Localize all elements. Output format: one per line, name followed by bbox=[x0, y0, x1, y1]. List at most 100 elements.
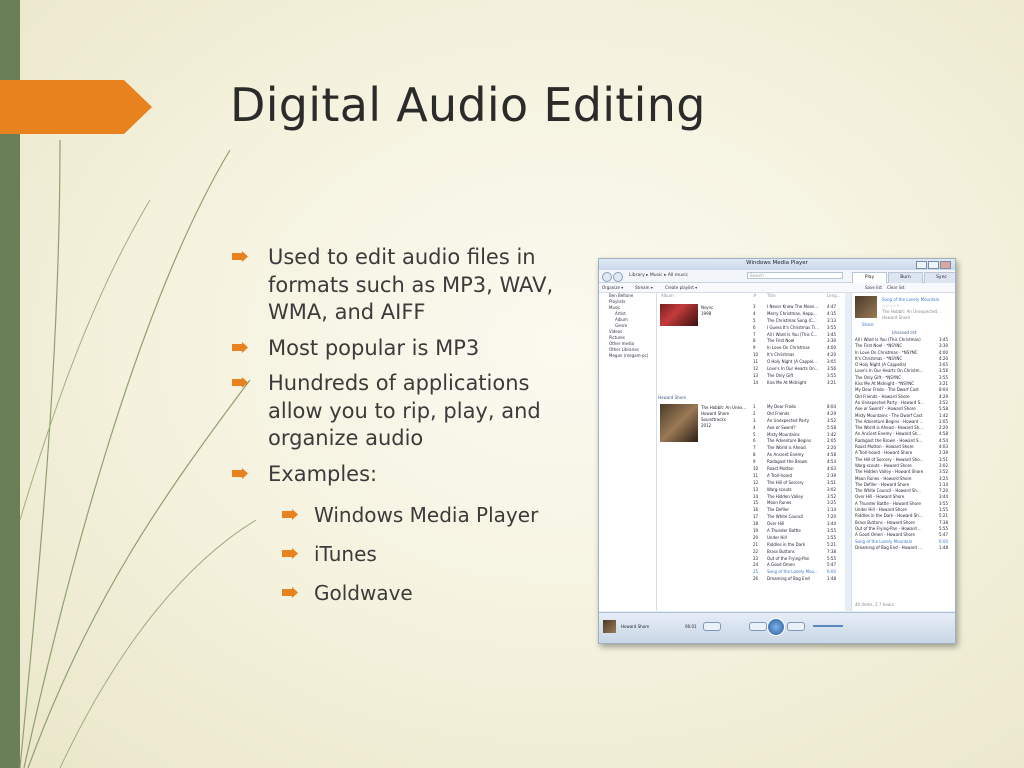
playlist-title: Axe or Sword? - Howard Shore bbox=[855, 406, 916, 412]
track-cell: 13 bbox=[753, 372, 759, 378]
wmp-playlist-pane: Song of the Lonely Mountain ☆☆☆☆☆ The Ho… bbox=[851, 293, 955, 611]
shuffle-icon bbox=[703, 622, 721, 631]
playlist-title: Under Hill - Howard Shore bbox=[855, 507, 907, 513]
track-cell: Misty Mountains bbox=[767, 431, 800, 437]
playlist-title: Roast Mutton - Howard Shore bbox=[855, 444, 914, 450]
col-num: # bbox=[753, 293, 757, 298]
track-row: 11 A Troll-hoard 2:39 bbox=[657, 473, 845, 480]
playlist-title: A Thunder Battle - Howard Shore bbox=[855, 500, 921, 506]
track-cell: 3:45 bbox=[827, 331, 836, 337]
playlist-title: Brass Buttons - Howard Shore bbox=[855, 519, 915, 525]
wmp-screenshot: Windows Media Player Library ▸ Music ▸ A… bbox=[598, 258, 956, 644]
track-row: 10 It's Christmas 4:20 bbox=[657, 352, 845, 359]
track-cell: 3:30 bbox=[827, 338, 836, 344]
playlist-title: O Holy Night (A Cappella) bbox=[855, 362, 907, 368]
track-cell: A Troll-hoard bbox=[767, 472, 793, 478]
track-cell: The Only Gift bbox=[767, 372, 794, 378]
track-row: 13 The Only Gift 3:55 bbox=[657, 373, 845, 380]
track-row: 9 Radagast the Brown 4:54 bbox=[657, 459, 845, 466]
track-cell: Brass Buttons bbox=[767, 548, 795, 554]
track-cell: It's Christmas bbox=[767, 352, 795, 358]
track-row: 3 An Unexpected Party 3:52 bbox=[657, 418, 845, 425]
volume-slider bbox=[813, 625, 843, 627]
track-cell: 10 bbox=[753, 466, 759, 472]
track-cell: 20 bbox=[753, 534, 759, 540]
track-row: 8 An Ancient Enemy 4:58 bbox=[657, 452, 845, 459]
playlist-title: The Hidden Valley - Howard Shore bbox=[855, 469, 924, 475]
playlist: All I Want Is You (This Christmas) 3:45 Th… bbox=[852, 337, 955, 551]
track-cell: 4:03 bbox=[827, 466, 836, 472]
track-row: 1 My Dear Frodo 8:04 bbox=[657, 404, 845, 411]
track-cell: 26 bbox=[753, 576, 759, 582]
track-cell: The Defiler bbox=[767, 507, 789, 513]
track-row: 24 A Good Omen 5:47 bbox=[657, 562, 845, 569]
track-cell: All I Want Is You (This C... bbox=[767, 331, 818, 337]
now-playing-art bbox=[855, 296, 877, 318]
track-row: 10 Roast Mutton 4:03 bbox=[657, 466, 845, 473]
track-row: 4 Axe or Sword? 5:58 bbox=[657, 425, 845, 432]
bullet-arrow-icon bbox=[282, 587, 298, 598]
track-cell: 12 bbox=[753, 366, 759, 372]
stream-menu: Stream ▾ bbox=[635, 285, 653, 290]
track-list-2: 1 My Dear Frodo 8:04 2 Old Friends 4:29 3 An Un… bbox=[657, 404, 845, 583]
list-footer: 40 items, 2.7 hours bbox=[855, 602, 894, 607]
clear-list-button: Clear list bbox=[887, 285, 905, 290]
wmp-library-pane: Album # Title Leng... Nsync 1998 3I Never… bbox=[657, 293, 845, 611]
back-icon bbox=[602, 272, 612, 282]
track-cell: 4:15 bbox=[827, 310, 836, 316]
bullet-arrow-icon bbox=[282, 509, 298, 520]
track-cell: 3:55 bbox=[827, 324, 836, 330]
track-cell: 1:42 bbox=[827, 431, 836, 437]
pause-icon bbox=[767, 618, 785, 636]
playlist-title: My Dear Frodo - The Dwarf Cast bbox=[855, 387, 919, 393]
forward-icon bbox=[613, 272, 623, 282]
track-row: 4 Merry Christmas, Happ... 4:15 bbox=[657, 311, 845, 318]
bullet-list: Used to edit audio files in formats such… bbox=[232, 244, 577, 619]
accent-arrow bbox=[0, 80, 152, 134]
track-cell: 13 bbox=[753, 486, 759, 492]
track-cell: 6 bbox=[753, 324, 756, 330]
bullet-arrow-icon bbox=[232, 341, 248, 353]
track-cell: Axe or Sword? bbox=[767, 424, 796, 430]
track-row: 15 Moon Runes 3:25 bbox=[657, 500, 845, 507]
playlist-title: An Ancient Enemy - Howard Sh... bbox=[855, 431, 922, 437]
track-cell: Roast Mutton bbox=[767, 466, 794, 472]
track-cell: Over Hill bbox=[767, 521, 785, 527]
track-cell: The White Council bbox=[767, 514, 804, 520]
track-cell: 3:55 bbox=[827, 372, 836, 378]
track-cell: 6 bbox=[753, 438, 756, 444]
track-row: 26 Dreaming of Bag End 1:48 bbox=[657, 576, 845, 583]
track-cell: 4:20 bbox=[827, 352, 836, 358]
create-playlist-menu: Create playlist ▾ bbox=[665, 285, 698, 290]
wmp-nav-pane: Ben Beltone Playlists Music Artist Album Genr… bbox=[599, 293, 657, 611]
track-cell: 3:05 bbox=[827, 359, 836, 365]
playlist-title: The Hill of Sorcery - Howard Sho... bbox=[855, 456, 924, 462]
track-cell: The First Noel bbox=[767, 338, 795, 344]
track-row: 2 Old Friends 4:29 bbox=[657, 411, 845, 418]
track-row: 6 I Guess It's Christmas Ti... 3:55 bbox=[657, 325, 845, 332]
track-cell: 10 bbox=[753, 352, 759, 358]
track-cell: Moon Runes bbox=[767, 500, 792, 506]
track-cell: 2 bbox=[753, 410, 756, 416]
save-list-button: Save list bbox=[865, 285, 882, 290]
playlist-row: Dreaming of Bag End - Howard ... 1:48 bbox=[852, 545, 955, 551]
track-row: 6 The Adventure Begins 2:05 bbox=[657, 438, 845, 445]
track-cell: 21 bbox=[753, 541, 759, 547]
track-cell: 8 bbox=[753, 452, 756, 458]
track-cell: The World is Ahead bbox=[767, 445, 806, 451]
track-cell: Riddles in the Dark bbox=[767, 541, 806, 547]
track-cell: 11 bbox=[753, 472, 759, 478]
track-cell: Warg-scouts bbox=[767, 486, 792, 492]
track-cell: 5:55 bbox=[827, 555, 836, 561]
track-row: 22 Brass Buttons 7:38 bbox=[657, 549, 845, 556]
bullet-item: Hundreds of applications allow you to ri… bbox=[232, 370, 577, 453]
track-cell: 7 bbox=[753, 445, 756, 451]
bullet-item: Used to edit audio files in formats such… bbox=[232, 244, 577, 327]
track-row: 14 Kiss Me At Midnight 3:21 bbox=[657, 380, 845, 387]
track-row: 7 All I Want Is You (This C... 3:45 bbox=[657, 332, 845, 339]
track-cell: 1:48 bbox=[827, 576, 836, 582]
track-cell: 2:20 bbox=[827, 445, 836, 451]
minimize-icon bbox=[916, 261, 927, 269]
track-cell: 4:58 bbox=[827, 452, 836, 458]
track-list-1: 3 I Never Knew The Mean... 4:47 4 Merry Chri… bbox=[657, 304, 845, 387]
